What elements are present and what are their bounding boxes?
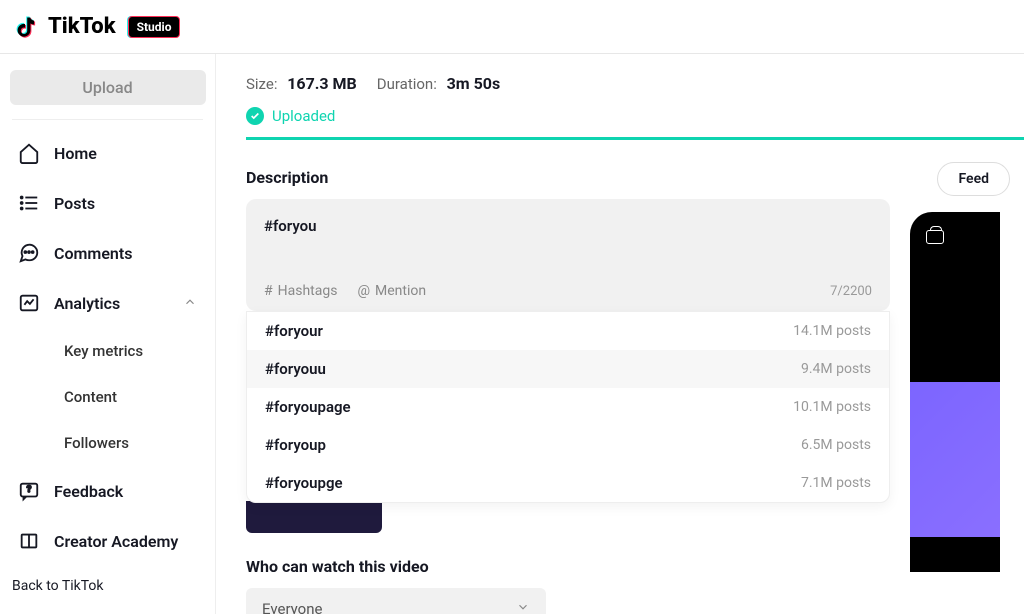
description-title: Description [246, 168, 890, 187]
phone-preview [910, 212, 1000, 572]
feed-button[interactable]: Feed [937, 162, 1010, 196]
brand-text: TikTok [48, 14, 116, 39]
hashtag-suggestion[interactable]: #foryour 14.1M posts [247, 312, 889, 350]
sidebar: Upload Home Posts Comments [0, 54, 216, 614]
suggestion-tag: #foryoupge [265, 474, 343, 492]
size-value: 167.3 MB [287, 74, 357, 93]
suggestion-tag: #foryoup [265, 436, 326, 454]
brand-logo[interactable]: TikTok Studio [16, 14, 180, 40]
upload-button[interactable]: Upload [10, 70, 206, 105]
sidebar-item-home[interactable]: Home [8, 128, 207, 178]
at-icon: @ [357, 283, 370, 299]
svg-text:?: ? [27, 485, 32, 495]
list-icon [18, 192, 40, 214]
char-count: 7/2200 [830, 284, 872, 299]
home-icon [18, 142, 40, 164]
sidebar-item-label: Posts [54, 194, 95, 213]
app-header: TikTok Studio [0, 0, 1024, 54]
visibility-value: Everyone [262, 600, 322, 614]
cover-thumbnail[interactable] [246, 501, 382, 533]
sidebar-item-label: Analytics [54, 294, 120, 313]
suggestion-count: 14.1M posts [793, 323, 871, 339]
divider [12, 119, 203, 120]
status-text: Uploaded [272, 107, 335, 125]
duration-value: 3m 50s [447, 74, 501, 93]
progress-bar [246, 137, 1024, 140]
upload-status: Uploaded [246, 107, 1000, 137]
sidebar-subitem-key-metrics[interactable]: Key metrics [8, 328, 207, 374]
academy-icon [18, 530, 40, 552]
check-icon [246, 107, 264, 125]
preview-column: Feed [920, 168, 1000, 614]
sidebar-item-label: Feedback [54, 482, 123, 501]
size-label: Size: [246, 75, 277, 93]
sidebar-item-label: Followers [64, 434, 129, 452]
sidebar-item-comments[interactable]: Comments [8, 228, 207, 278]
duration-label: Duration: [377, 75, 437, 93]
sidebar-subitem-followers[interactable]: Followers [8, 420, 207, 466]
hashtag-suggestions: #foryour 14.1M posts #foryouu 9.4M posts… [246, 311, 890, 503]
hashtag-suggestion[interactable]: #foryoupge 7.1M posts [247, 464, 889, 502]
description-value: #foryou [264, 217, 872, 235]
hashtag-suggestion[interactable]: #foryoup 6.5M posts [247, 426, 889, 464]
suggestion-count: 7.1M posts [801, 475, 871, 491]
sidebar-item-label: Key metrics [64, 342, 143, 360]
chevron-up-icon [183, 294, 197, 313]
description-input[interactable]: #foryou # Hashtags @ Mention 7/2200 [246, 199, 890, 311]
suggestion-count: 6.5M posts [801, 437, 871, 453]
suggestion-count: 9.4M posts [801, 361, 871, 377]
main-content: Size: 167.3 MB Duration: 3m 50s Uploaded… [216, 54, 1024, 614]
sidebar-item-posts[interactable]: Posts [8, 178, 207, 228]
hashtags-button[interactable]: # Hashtags [264, 283, 337, 299]
suggestion-tag: #foryour [265, 322, 323, 340]
visibility-select[interactable]: Everyone [246, 588, 546, 614]
sidebar-item-feedback[interactable]: ? Feedback [8, 466, 207, 516]
sidebar-item-label: Comments [54, 244, 132, 263]
studio-badge: Studio [128, 16, 181, 38]
suggestion-count: 10.1M posts [793, 399, 871, 415]
sidebar-item-label: Home [54, 144, 97, 163]
back-to-tiktok-link[interactable]: Back to TikTok [8, 566, 207, 606]
hashtag-suggestion[interactable]: #foryouu 9.4M posts [247, 350, 889, 388]
sidebar-item-analytics[interactable]: Analytics [8, 278, 207, 328]
suggestion-tag: #foryouu [265, 360, 326, 378]
upload-meta: Size: 167.3 MB Duration: 3m 50s [246, 74, 1000, 93]
tiktok-note-icon [16, 14, 40, 40]
mention-button[interactable]: @ Mention [357, 283, 426, 299]
video-preview [910, 382, 1000, 537]
analytics-icon [18, 292, 40, 314]
sidebar-subitem-content[interactable]: Content [8, 374, 207, 420]
sidebar-item-creator-academy[interactable]: Creator Academy [8, 516, 207, 566]
hash-icon: # [264, 283, 273, 299]
chevron-down-icon [516, 600, 530, 614]
hashtag-suggestion[interactable]: #foryoupage 10.1M posts [247, 388, 889, 426]
comment-icon [18, 242, 40, 264]
sidebar-item-label: Creator Academy [54, 532, 178, 551]
live-icon [926, 230, 944, 244]
feedback-icon: ? [18, 480, 40, 502]
sidebar-item-label: Content [64, 388, 117, 406]
visibility-title: Who can watch this video [246, 557, 890, 576]
suggestion-tag: #foryoupage [265, 398, 351, 416]
